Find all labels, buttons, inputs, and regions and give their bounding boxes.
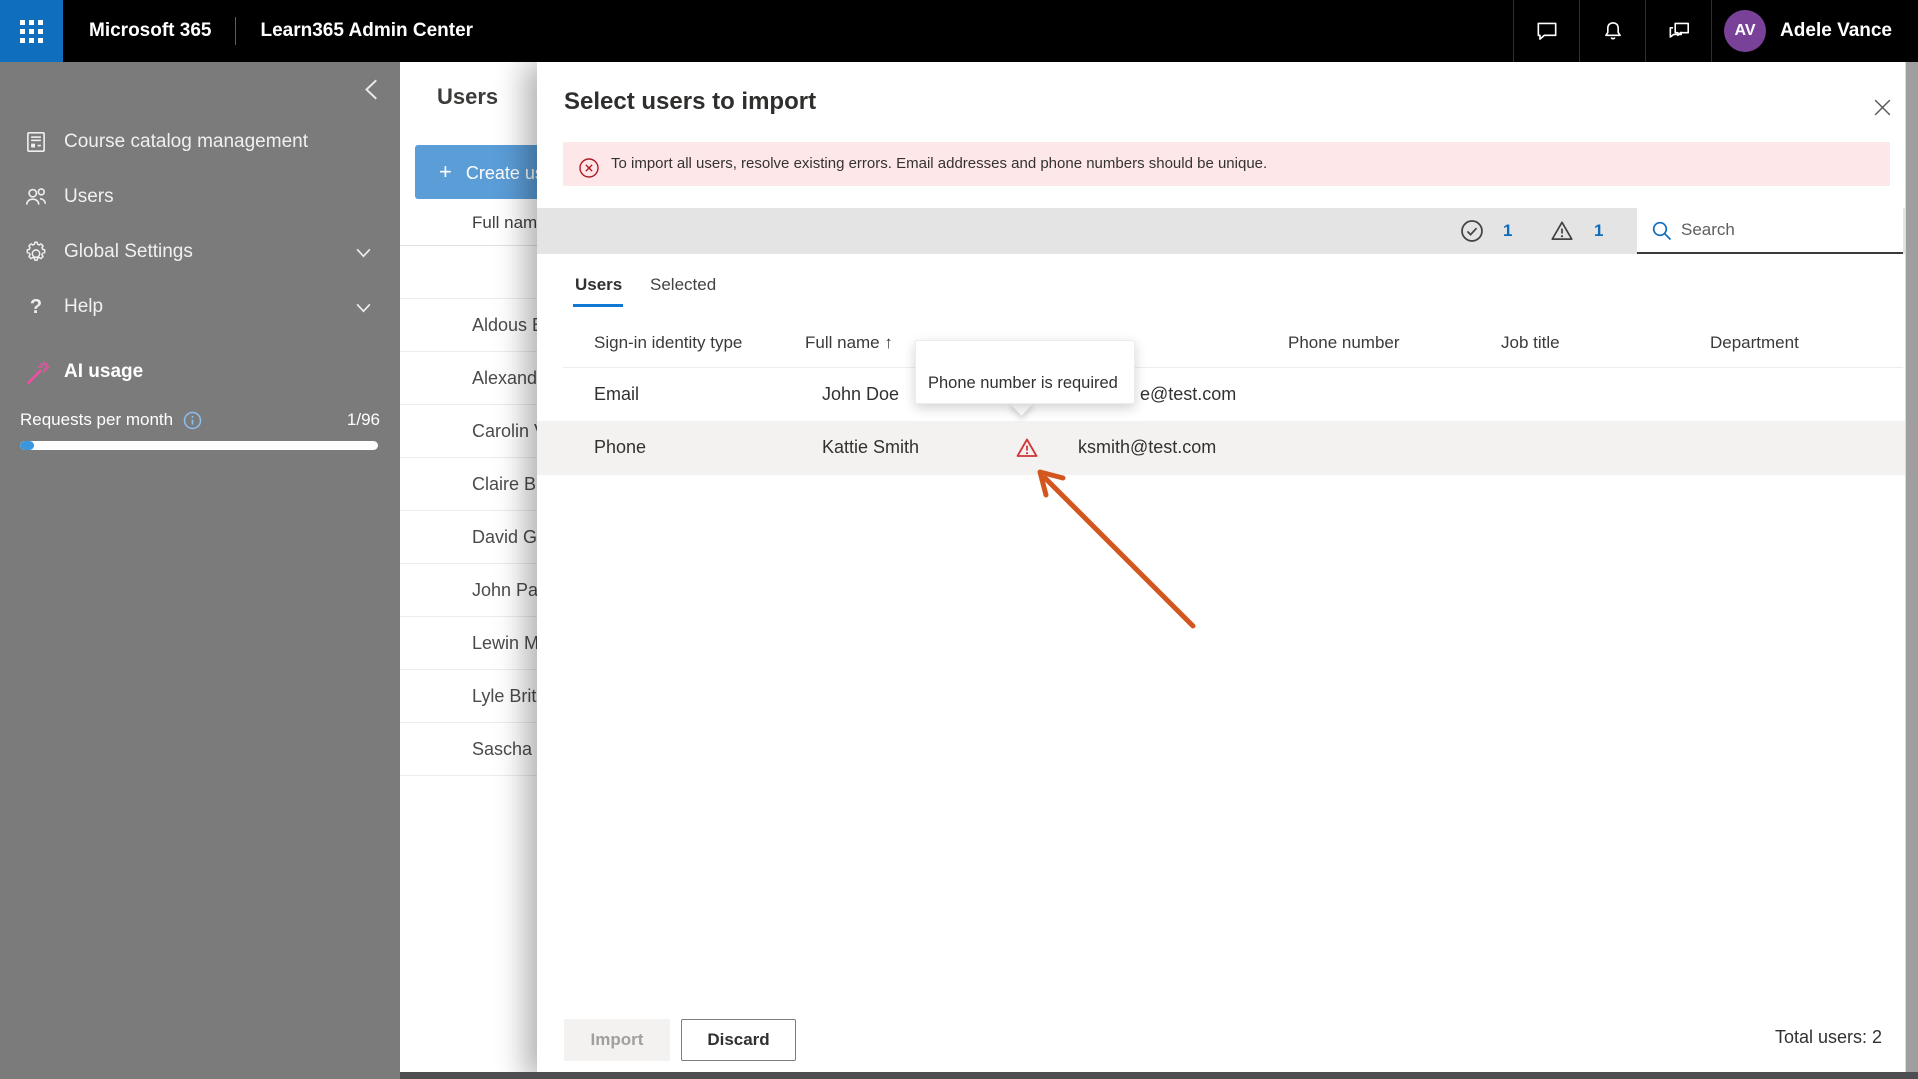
column-header-department[interactable]: Department (1710, 333, 1799, 355)
sidebar-collapse-button[interactable] (358, 74, 388, 104)
chevron-down-icon (355, 244, 372, 261)
chevron-down-icon (355, 299, 372, 316)
requests-label: Requests per month (20, 410, 174, 429)
cell-fullname: John Doe (822, 384, 900, 404)
account-menu[interactable]: AV Adele Vance (1711, 0, 1918, 62)
sort-ascending-icon: ↑ (884, 333, 893, 352)
valid-count: 1 (1503, 221, 1513, 240)
gear-icon (22, 239, 50, 265)
sidebar-item-label: Users (64, 186, 114, 207)
sidebar-item-course-catalog[interactable]: Course catalog management (0, 115, 400, 169)
warning-triangle-icon (1549, 218, 1575, 249)
sidebar-item-ai-usage[interactable]: AI usage (0, 345, 400, 399)
chat-icon (1537, 22, 1557, 40)
total-users-label: Total users: 2 (1774, 1027, 1882, 1047)
import-users-dialog: Select users to import To import all use… (537, 62, 1918, 1079)
usage-progress-bar (20, 441, 378, 450)
table-row[interactable]: Phone Kattie Smith ksmith@test.com (537, 421, 1918, 475)
top-bar: Microsoft 365 Learn365 Admin Center AV A… (0, 0, 1918, 62)
requests-per-month-row: Requests per month 1/96 (20, 407, 380, 433)
warning-count: 1 (1594, 221, 1604, 240)
sidebar-item-users[interactable]: Users (0, 170, 400, 224)
waffle-icon (20, 19, 43, 43)
chevron-left-icon (365, 79, 377, 100)
import-button[interactable]: Import (564, 1019, 670, 1061)
sidebar-item-label: Help (64, 296, 104, 317)
sidebar-item-label: Course catalog management (64, 131, 308, 152)
help-icon: ? (29, 295, 43, 318)
app-launcher-button[interactable] (0, 0, 63, 62)
close-button[interactable] (1867, 92, 1897, 122)
column-header-signin[interactable]: Sign-in identity type (594, 333, 742, 355)
sidebar-item-label: Global Settings (64, 241, 193, 262)
column-header-fullname[interactable]: Full name ↑ (805, 333, 893, 355)
tab-selected[interactable]: Selected (650, 275, 716, 295)
document-icon (22, 129, 50, 155)
horizontal-scrollbar[interactable] (400, 1072, 1918, 1079)
column-header-job[interactable]: Job title (1501, 333, 1560, 355)
error-banner-text: To import all users, resolve existing er… (611, 155, 1268, 172)
cell-fullname: Kattie Smith (822, 437, 920, 457)
avatar[interactable]: AV (1724, 10, 1767, 52)
page-title: Users (437, 84, 499, 109)
app-title: Learn365 Admin Center (260, 20, 474, 41)
close-icon (1874, 99, 1890, 115)
table-row[interactable]: Email John Doe e@test.com (537, 368, 1918, 421)
check-circle-icon (1459, 218, 1485, 249)
user-name: Adele Vance (1780, 20, 1892, 41)
bell-icon (1604, 22, 1621, 40)
feedback-icon (1669, 22, 1689, 38)
cell-signin-type: Email (594, 384, 640, 404)
cell-email: ksmith@test.com (1078, 437, 1217, 457)
sidebar-item-global-settings[interactable]: Global Settings (0, 225, 400, 279)
sidebar: Course catalog management Users Global S… (0, 62, 400, 1079)
usage-progress-fill (20, 441, 34, 450)
plus-icon: + (439, 159, 452, 184)
cell-signin-type: Phone (594, 437, 647, 457)
active-tab-underline (573, 304, 623, 307)
chat-button[interactable] (1513, 0, 1579, 62)
ai-usage-label: AI usage (64, 361, 144, 382)
sidebar-item-help[interactable]: ? Help (0, 280, 400, 334)
tab-users[interactable]: Users (575, 275, 622, 295)
cell-email: e@test.com (1140, 384, 1237, 404)
column-header-phone[interactable]: Phone number (1288, 333, 1400, 355)
product-name[interactable]: Microsoft 365 (89, 20, 211, 42)
search-box (1637, 208, 1903, 254)
notifications-button[interactable] (1579, 0, 1645, 62)
search-icon (1652, 221, 1672, 241)
magic-wand-icon (22, 359, 50, 386)
validation-tooltip: Phone number is required (915, 340, 1135, 404)
requests-value: 1/96 (346, 410, 380, 429)
status-toolbar: 1 1 (537, 208, 1918, 254)
error-circle-icon (578, 153, 600, 197)
row-warning-icon[interactable] (1015, 436, 1039, 465)
vertical-scrollbar[interactable] (1905, 62, 1918, 1079)
people-icon (22, 184, 50, 210)
search-input[interactable] (1681, 208, 1891, 252)
discard-button[interactable]: Discard (681, 1019, 796, 1061)
dialog-title: Select users to import (564, 88, 817, 115)
feedback-button[interactable] (1645, 0, 1711, 62)
error-banner: To import all users, resolve existing er… (563, 142, 1890, 186)
info-icon[interactable] (183, 411, 202, 430)
topbar-divider (235, 17, 237, 45)
bg-column-fullname: Full nam (472, 213, 538, 232)
